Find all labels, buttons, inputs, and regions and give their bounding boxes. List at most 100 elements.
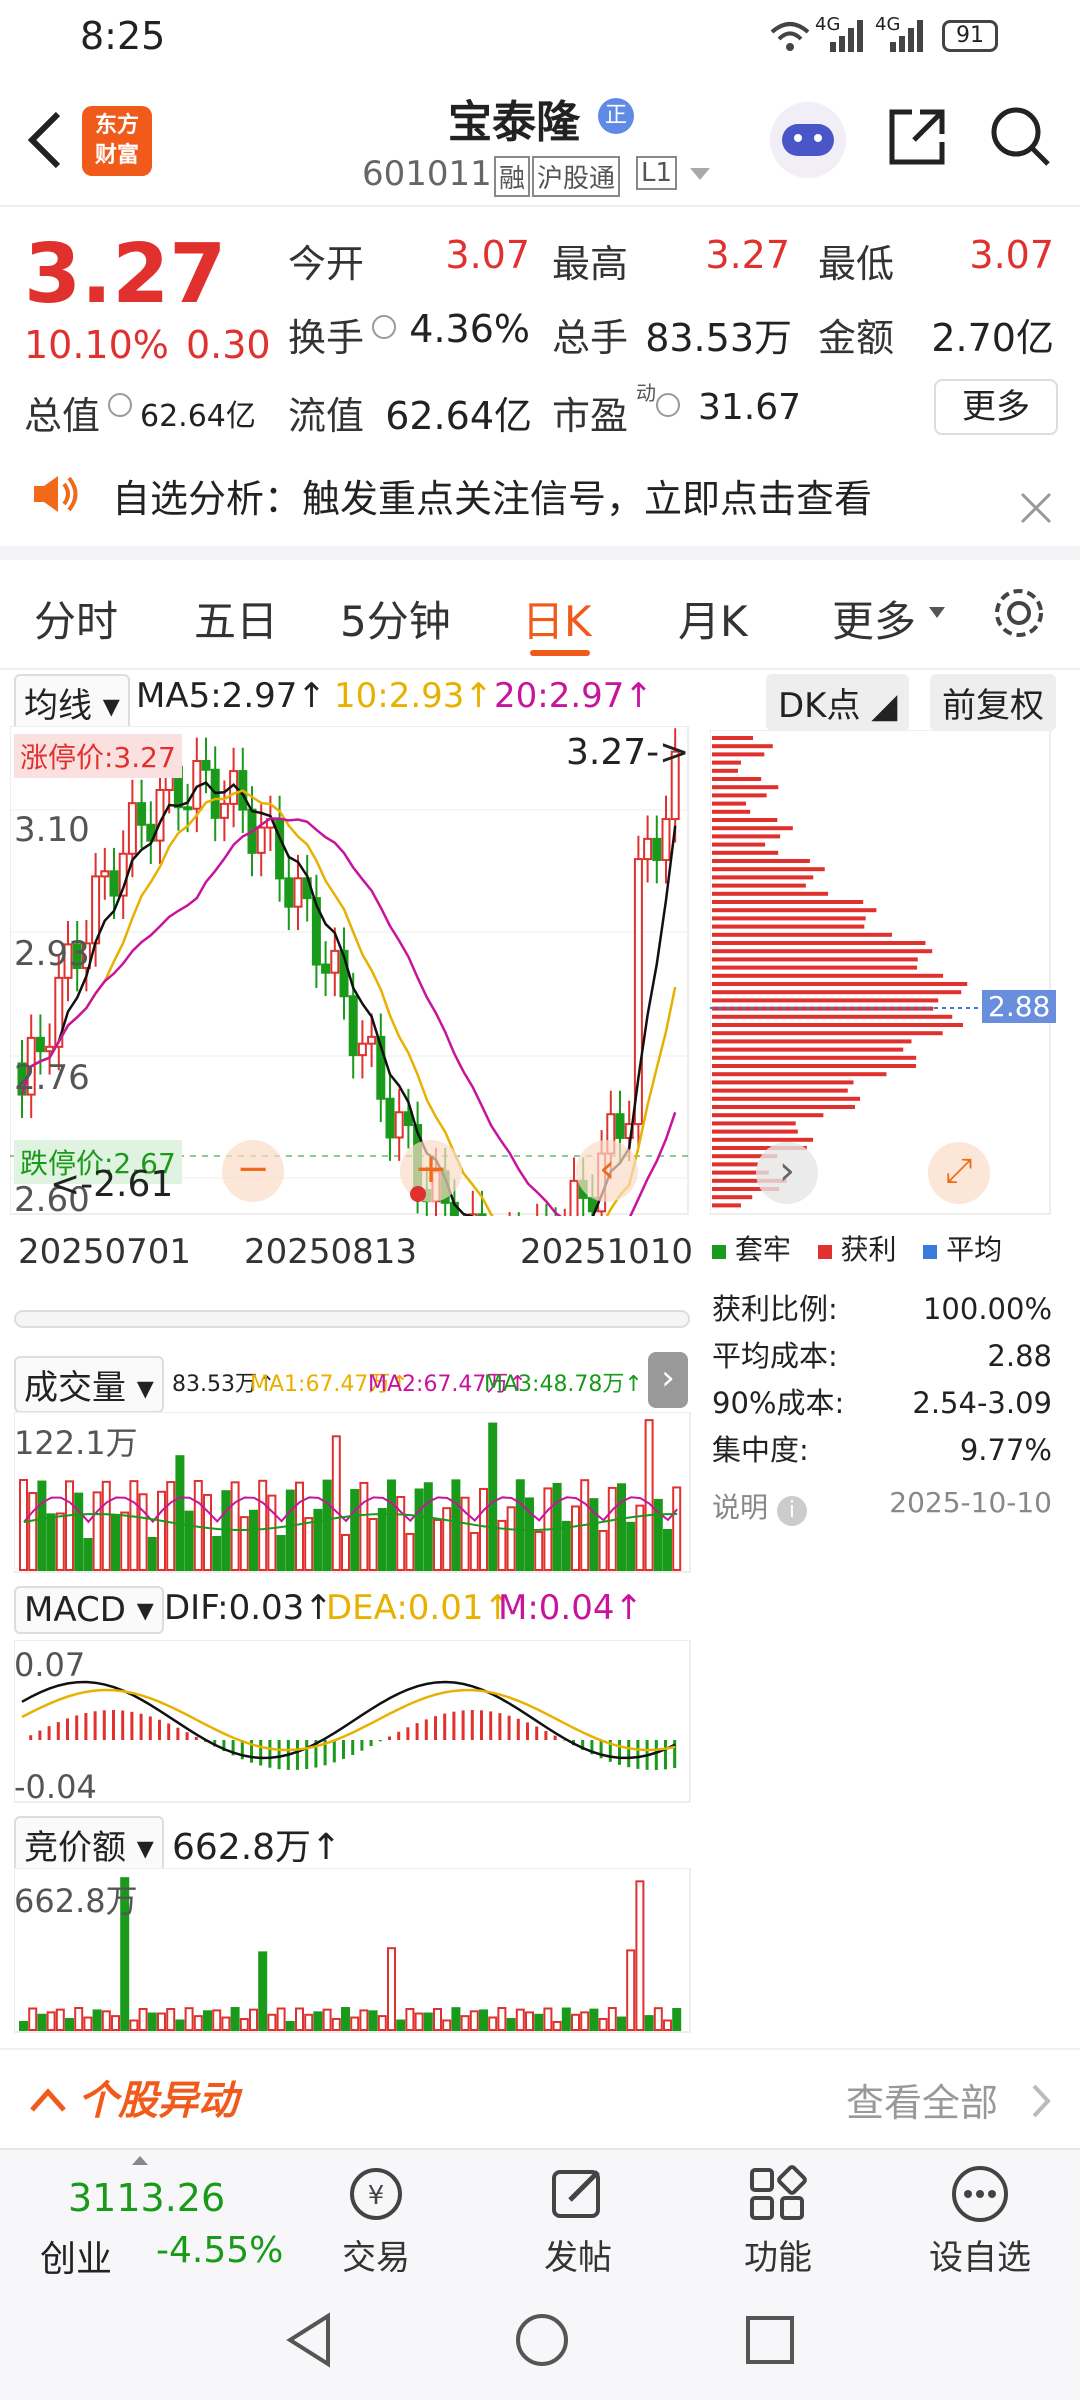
settings-icon[interactable] xyxy=(990,584,1048,642)
battery-icon: 91 xyxy=(942,20,998,52)
chip-distribution-chart[interactable] xyxy=(710,730,1052,1216)
legend-profit: 获利 xyxy=(840,1233,897,1266)
note-label: 说明 xyxy=(712,1491,769,1524)
more-dots-icon xyxy=(952,2166,1008,2222)
chip-row: 集中度: 9.77% xyxy=(712,1427,1052,1474)
change-amount: 0.30 xyxy=(186,323,271,367)
system-nav xyxy=(0,2280,1080,2400)
indicator-label: 均线 xyxy=(24,686,92,726)
chip-row-value: 2.88 xyxy=(987,1339,1052,1373)
volume-max-label: 122.1万 xyxy=(14,1424,138,1462)
adjust-button[interactable]: 前复权 xyxy=(930,674,1056,731)
info-icon-3[interactable] xyxy=(656,393,680,417)
tab-monthly-k[interactable]: 月K xyxy=(678,588,748,649)
date-mid: 20250813 xyxy=(244,1232,418,1272)
pan-left-button[interactable]: ‹ xyxy=(576,1140,638,1202)
chevron-right-icon xyxy=(1032,2084,1051,2118)
system-recent-icon[interactable] xyxy=(744,2314,796,2366)
speaker-icon xyxy=(34,476,78,512)
info-icon[interactable] xyxy=(372,315,396,339)
chip-next-button[interactable]: › xyxy=(756,1142,818,1204)
tab-minute[interactable]: 分时 xyxy=(34,588,118,649)
grid-icon xyxy=(750,2165,807,2220)
notice-bar[interactable]: 自选分析：触发重点关注信号，立即点击查看 xyxy=(0,452,1080,560)
chip-row: 平均成本: 2.88 xyxy=(712,1333,1052,1380)
tab-more[interactable]: 更多 xyxy=(832,588,916,649)
brand-logo[interactable]: 东方 财富 xyxy=(82,106,152,176)
auction-value: 662.8万↑ xyxy=(172,1827,342,1868)
index-ticker[interactable]: 3113.26 创业 -4.55% xyxy=(0,2150,290,2282)
search-icon[interactable] xyxy=(990,106,1052,170)
nav-trade-label: 交易 xyxy=(342,2238,410,2278)
change-percent: 10.10% xyxy=(24,323,169,367)
y-label-1: 3.10 xyxy=(14,810,90,850)
tab-five-day[interactable]: 五日 xyxy=(194,588,278,649)
status-time: 8:25 xyxy=(80,14,166,58)
signal-icon-2 xyxy=(890,20,923,52)
y-label-3: 2.76 xyxy=(14,1058,90,1098)
y-label-2: 2.93 xyxy=(14,934,90,974)
system-home-icon[interactable] xyxy=(514,2312,570,2368)
system-back-icon[interactable] xyxy=(284,2312,334,2368)
trade-icon: ¥ xyxy=(350,2168,402,2220)
back-icon[interactable] xyxy=(22,108,66,172)
nav-function[interactable]: 功能 xyxy=(708,2150,848,2282)
chip-row: 获利比例: 100.00% xyxy=(712,1286,1052,1333)
amount-value: 2.70亿 xyxy=(931,316,1054,360)
bottom-nav: 3113.26 创业 -4.55% ¥ 交易 发帖 功能 设自选 xyxy=(0,2148,1080,2280)
tab-daily-k[interactable]: 日K xyxy=(522,588,592,649)
chip-row-value: 2.54-3.09 xyxy=(912,1386,1052,1420)
stock-name: 宝泰隆 xyxy=(448,97,580,148)
chip-avg-tag: 2.88 xyxy=(982,990,1057,1023)
more-button[interactable]: 更多 xyxy=(934,379,1058,435)
chip-note[interactable]: 说明 i 2025-10-10 xyxy=(712,1486,1052,1526)
float-label: 流值 xyxy=(288,394,365,438)
expand-icon[interactable]: ⤢ xyxy=(928,1142,990,1204)
tab-indicator xyxy=(530,650,590,656)
view-all-link[interactable]: 查看全部 xyxy=(846,2072,998,2127)
indicator-select[interactable]: 均线 ▾ xyxy=(14,674,130,731)
low-value: 3.07 xyxy=(969,233,1054,277)
chip-row-value: 100.00% xyxy=(922,1292,1052,1326)
zoom-out-button[interactable]: − xyxy=(222,1140,284,1202)
tab-five-minute[interactable]: 5分钟 xyxy=(340,588,451,649)
panel-expand-button[interactable]: › xyxy=(648,1352,688,1408)
close-icon[interactable] xyxy=(1020,492,1052,524)
assistant-avatar[interactable] xyxy=(770,102,846,178)
share-icon[interactable] xyxy=(886,106,948,168)
index-change: -4.55% xyxy=(156,2230,284,2271)
stock-movement-bar[interactable]: 个股异动 查看全部 xyxy=(0,2048,1080,2148)
event-marker[interactable] xyxy=(410,1186,426,1202)
nav-watchlist[interactable]: 设自选 xyxy=(910,2150,1050,2282)
nav-trade[interactable]: ¥ 交易 xyxy=(306,2150,446,2282)
auction-max-label: 662.8万 xyxy=(14,1882,138,1920)
info-icon-2[interactable] xyxy=(108,393,132,417)
nav-post[interactable]: 发帖 xyxy=(508,2150,648,2282)
dk-point-button[interactable]: DK点 ◢ xyxy=(766,674,910,731)
volume-indicator-select[interactable]: 成交量 ▾ xyxy=(14,1356,164,1413)
high-label: 最高 xyxy=(552,242,629,286)
macd-dea: DEA:0.01↑ xyxy=(326,1588,512,1628)
low-label: 最低 xyxy=(818,242,895,286)
amount-label: 金额 xyxy=(818,316,895,360)
turnover-value: 4.36% xyxy=(409,307,530,351)
range-scrollbar[interactable] xyxy=(14,1310,690,1328)
chip-row-label: 集中度: xyxy=(712,1433,809,1467)
verified-badge: 正 xyxy=(598,98,634,134)
open-value: 3.07 xyxy=(445,233,530,277)
macd-indicator-select[interactable]: MACD ▾ xyxy=(14,1586,164,1634)
brand-line2: 财富 xyxy=(94,143,139,168)
macd-indicator-label: MACD xyxy=(24,1590,126,1630)
volume-ma3: MA3:48.78万↑ xyxy=(484,1372,643,1397)
macd-chart[interactable] xyxy=(14,1640,692,1804)
stock-code: 601011 xyxy=(362,154,492,194)
nav-post-label: 发帖 xyxy=(544,2238,612,2278)
auction-indicator-select[interactable]: 竞价额 ▾ xyxy=(14,1816,164,1873)
chip-row-label: 90%成本: xyxy=(712,1386,845,1420)
info-circle-icon: i xyxy=(776,1496,807,1526)
notice-text: 自选分析：触发重点关注信号，立即点击查看 xyxy=(112,477,873,521)
svg-text:¥: ¥ xyxy=(368,2181,385,2211)
chip-row-label: 获利比例: xyxy=(712,1292,838,1326)
tag-margin: 融 xyxy=(494,156,531,197)
dropdown-icon[interactable] xyxy=(688,166,712,182)
